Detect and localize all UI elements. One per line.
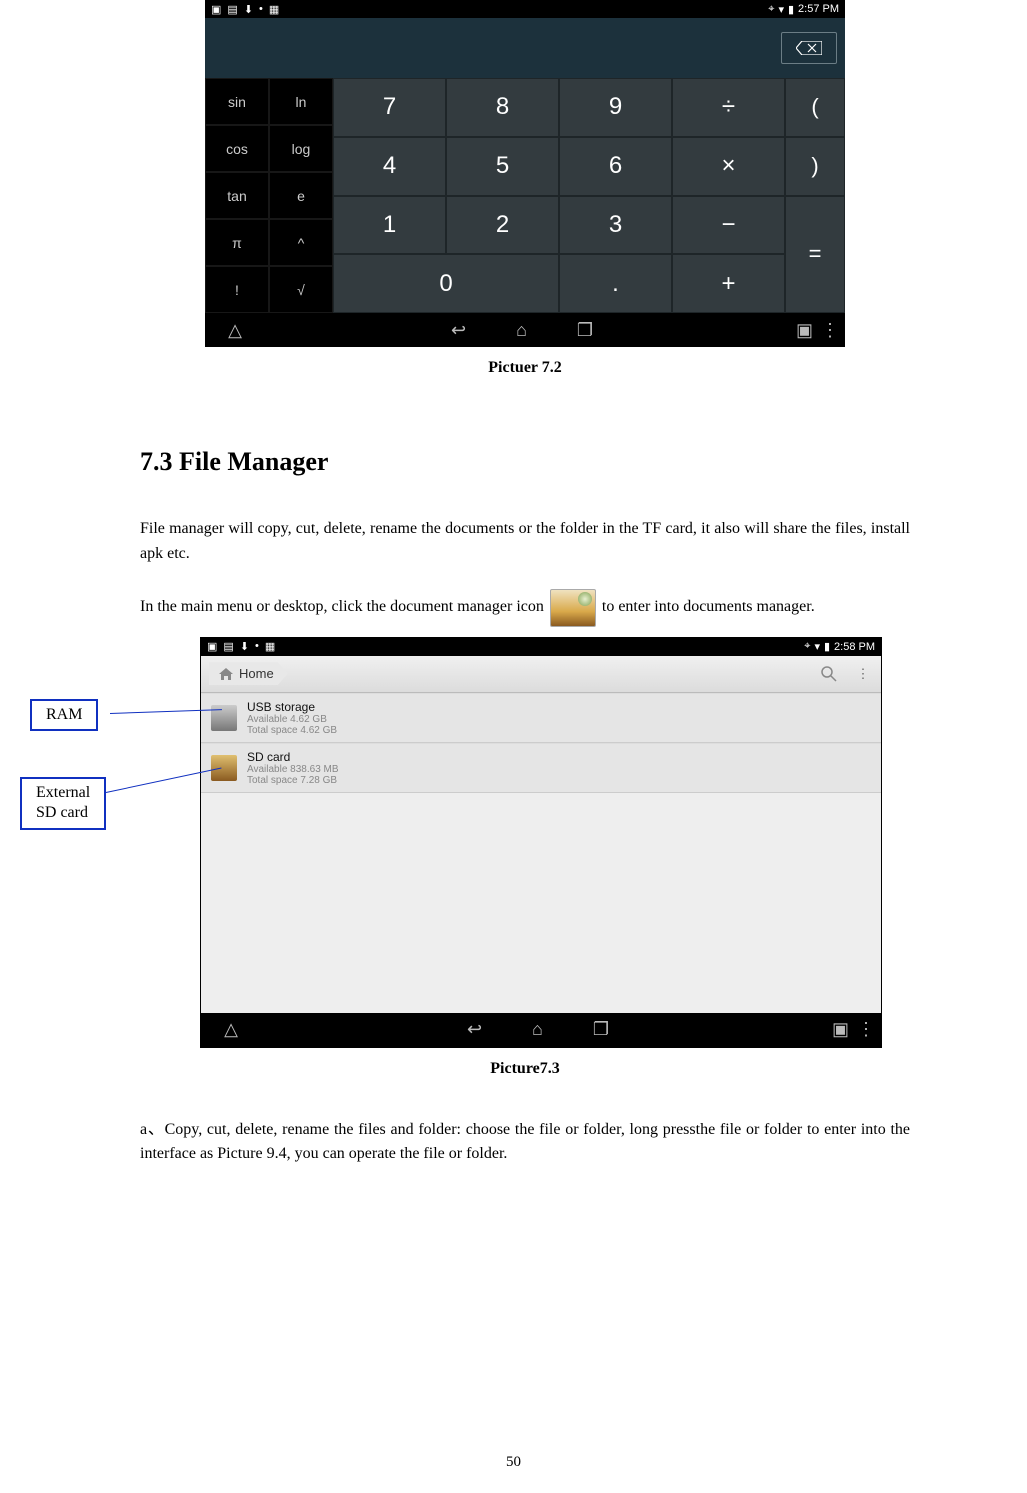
storage-row-sd[interactable]: SD card Available 838.63 MB Total space … (201, 743, 881, 793)
notification-icon: ▣ (207, 640, 217, 653)
paragraph-2b: to enter into documents manager. (602, 595, 815, 620)
fm-body: USB storage Available 4.62 GB Total spac… (201, 693, 881, 1013)
annotation-sd: External SD card (20, 777, 106, 831)
notification-icon: ⬇ (244, 3, 253, 16)
paragraph-3: a、Copy, cut, delete, rename the files an… (140, 1118, 910, 1168)
key-open-paren[interactable]: ( (785, 78, 845, 137)
sin-key[interactable]: sin (205, 78, 269, 125)
storage-title: USB storage (247, 700, 337, 714)
key-divide[interactable]: ÷ (672, 78, 785, 137)
notification-icon: ▤ (227, 3, 237, 16)
status-time: 2:58 PM (834, 641, 875, 653)
key-close-paren[interactable]: ) (785, 137, 845, 196)
caption-calc: Pictuer 7.2 (140, 359, 910, 377)
file-manager-screenshot: ▣ ▤ ⬇ • ▦ ⌖ ▾ ▮ 2:58 PM (200, 637, 882, 1048)
nav-bar: △ ↩ ⌂ ❐ ▣ ⋮ (205, 313, 845, 347)
key-8[interactable]: 8 (446, 78, 559, 137)
pow-key[interactable]: ^ (269, 219, 333, 266)
wifi-icon: ▾ (814, 640, 820, 653)
screenshot-icon[interactable]: ▣ (796, 320, 813, 341)
annotation-ram: RAM (30, 699, 98, 732)
screenshot-icon[interactable]: ▣ (832, 1019, 849, 1040)
backspace-button[interactable] (781, 32, 837, 64)
storage-available: Available 4.62 GB (247, 714, 337, 725)
status-bar: ▣ ▤ ⬇ • ▦ ⌖ ▾ ▮ 2:58 PM (201, 638, 881, 656)
tan-key[interactable]: tan (205, 172, 269, 219)
breadcrumb-home-label: Home (239, 666, 274, 681)
cos-key[interactable]: cos (205, 125, 269, 172)
key-0[interactable]: 0 (333, 254, 559, 313)
paragraph-2: In the main menu or desktop, click the d… (140, 589, 910, 627)
key-9[interactable]: 9 (559, 78, 672, 137)
key-4[interactable]: 4 (333, 137, 446, 196)
key-minus[interactable]: − (672, 196, 785, 255)
key-6[interactable]: 6 (559, 137, 672, 196)
key-plus[interactable]: + (672, 254, 785, 313)
status-bar: ▣ ▤ ⬇ • ▦ ⌖ ▾ ▮ 2:57 PM (205, 0, 845, 18)
paren-column: ( ) = (785, 78, 845, 313)
notification-icon: ▦ (265, 640, 275, 653)
storage-row-usb[interactable]: USB storage Available 4.62 GB Total spac… (201, 693, 881, 743)
home-icon[interactable]: ⌂ (516, 320, 527, 341)
sd-card-icon (211, 755, 237, 781)
menu-dots-icon[interactable]: ⋮ (857, 1019, 875, 1040)
notification-icon: • (259, 3, 263, 16)
notification-icon: ▤ (223, 640, 233, 653)
bluetooth-icon: ⌖ (768, 3, 774, 16)
key-equals[interactable]: = (785, 196, 845, 314)
battery-icon: ▮ (824, 640, 830, 653)
home-icon (219, 668, 233, 680)
calculator-screenshot: ▣ ▤ ⬇ • ▦ ⌖ ▾ ▮ 2:57 PM (205, 0, 845, 347)
notification-icon: ▣ (211, 3, 221, 16)
recent-icon[interactable]: ❐ (577, 320, 593, 341)
paragraph-1: File manager will copy, cut, delete, ren… (140, 517, 910, 567)
search-icon[interactable] (819, 664, 839, 684)
bluetooth-icon: ⌖ (804, 640, 810, 653)
back-icon[interactable]: ↩ (467, 1019, 482, 1040)
key-2[interactable]: 2 (446, 196, 559, 255)
key-multiply[interactable]: × (672, 137, 785, 196)
fm-top-bar: Home ⋮ (201, 656, 881, 693)
paragraph-2a: In the main menu or desktop, click the d… (140, 595, 544, 620)
notification-icon: • (255, 640, 259, 653)
key-3[interactable]: 3 (559, 196, 672, 255)
status-time: 2:57 PM (798, 3, 839, 15)
key-5[interactable]: 5 (446, 137, 559, 196)
caption-fm: Picture7.3 (140, 1060, 910, 1078)
file-manager-icon (550, 589, 596, 627)
home-icon[interactable]: ⌂ (532, 1019, 543, 1040)
log-key[interactable]: log (269, 125, 333, 172)
nav-bar: △ ↩ ⌂ ❐ ▣ ⋮ (201, 1013, 881, 1047)
nav-alert-icon[interactable]: △ (224, 1019, 238, 1040)
sqrt-key[interactable]: √ (269, 266, 333, 313)
menu-dots-icon[interactable]: ⋮ (853, 664, 873, 684)
breadcrumb-home[interactable]: Home (209, 662, 288, 685)
menu-dots-icon[interactable]: ⋮ (821, 320, 839, 341)
storage-title: SD card (247, 750, 339, 764)
pi-key[interactable]: π (205, 219, 269, 266)
fact-key[interactable]: ! (205, 266, 269, 313)
numeric-pad: 7 8 9 ÷ 4 5 6 × 1 2 3 − 0 . + (333, 78, 785, 313)
nav-alert-icon[interactable]: △ (228, 320, 242, 341)
calc-display (205, 18, 845, 78)
key-1[interactable]: 1 (333, 196, 446, 255)
storage-total: Total space 7.28 GB (247, 775, 339, 786)
key-dot[interactable]: . (559, 254, 672, 313)
key-7[interactable]: 7 (333, 78, 446, 137)
notification-icon: ▦ (269, 3, 279, 16)
notification-icon: ⬇ (240, 640, 249, 653)
wifi-icon: ▾ (778, 3, 784, 16)
recent-icon[interactable]: ❐ (593, 1019, 609, 1040)
battery-icon: ▮ (788, 3, 794, 16)
e-key[interactable]: e (269, 172, 333, 219)
storage-total: Total space 4.62 GB (247, 725, 337, 736)
page-number: 50 (0, 1454, 1027, 1471)
function-pad: sin ln cos log tan e π ^ ! √ (205, 78, 333, 313)
back-icon[interactable]: ↩ (451, 320, 466, 341)
section-heading: 7.3 File Manager (140, 447, 910, 477)
ln-key[interactable]: ln (269, 78, 333, 125)
storage-available: Available 838.63 MB (247, 764, 339, 775)
